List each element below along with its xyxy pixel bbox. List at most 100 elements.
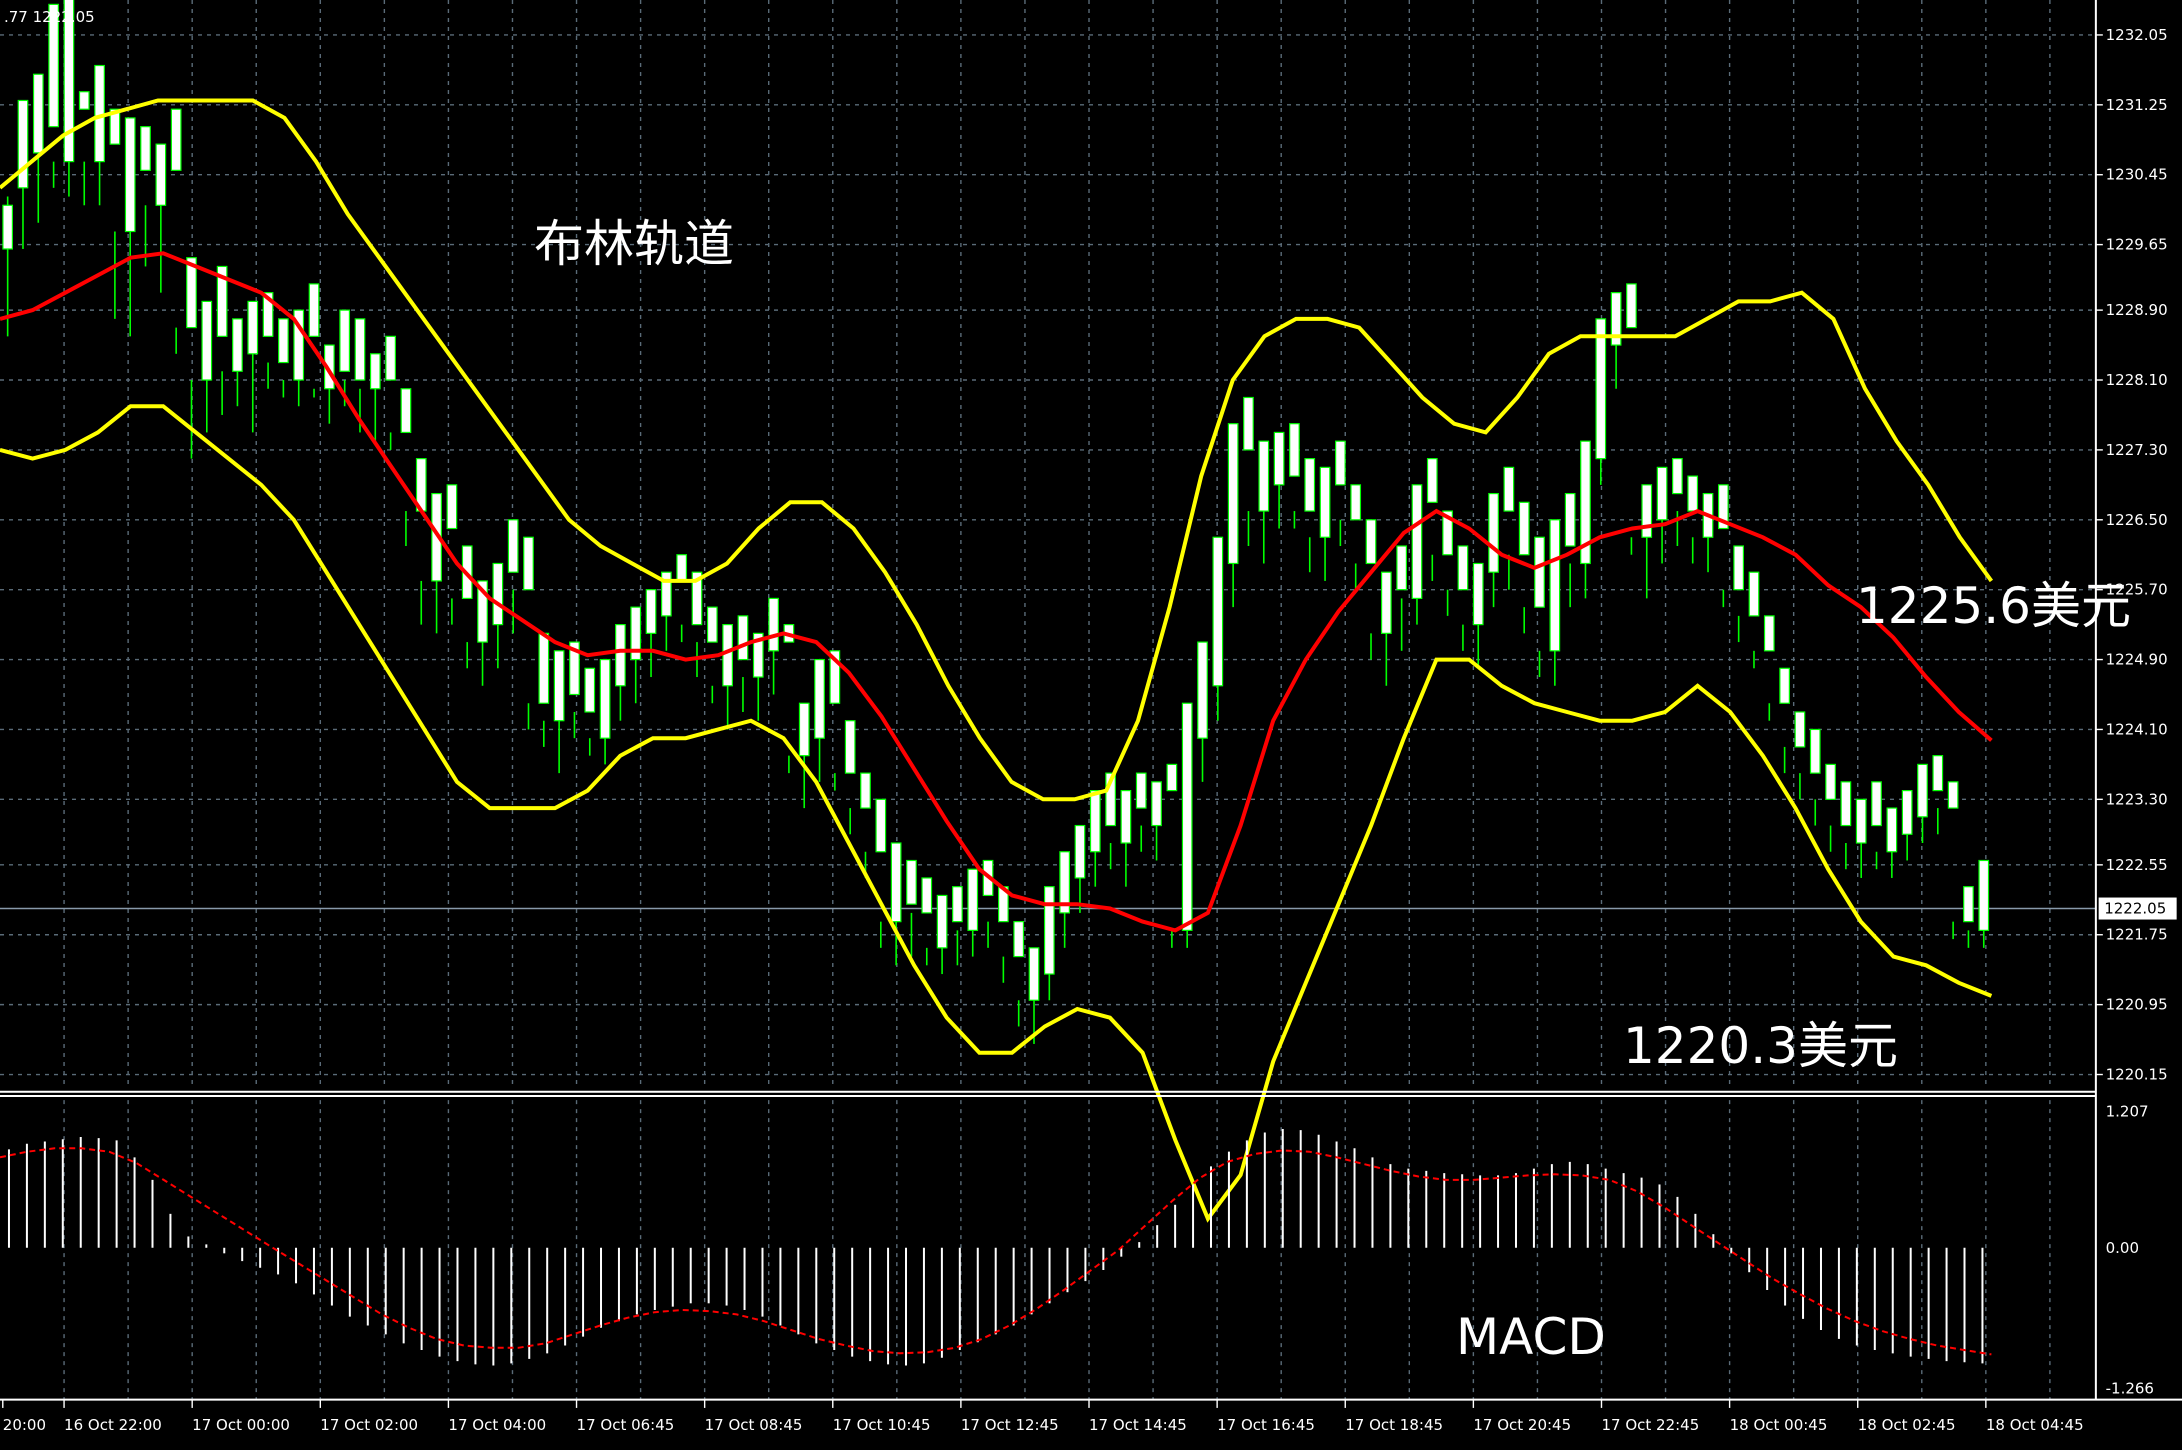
candle-body — [1181, 702, 1193, 931]
candle-body — [1243, 396, 1254, 451]
candle-body — [124, 117, 136, 233]
candle-body — [1794, 711, 1806, 748]
candle-body — [1932, 755, 1944, 792]
chart-header: .77 1222.05 — [4, 8, 95, 26]
candle-body — [844, 720, 856, 774]
price-tick-label: 1224.90 — [2106, 651, 2168, 669]
macd-histogram — [0, 1129, 1992, 1366]
candle-body — [1595, 318, 1607, 460]
candle-body — [17, 99, 29, 189]
candle-body — [1488, 492, 1499, 573]
candle-body — [155, 143, 167, 206]
candle-body — [1733, 545, 1745, 591]
price-tick-label: 1221.75 — [2106, 926, 2168, 944]
candle-body — [446, 484, 458, 530]
candle-body — [1871, 781, 1882, 827]
candle-body — [1457, 545, 1469, 591]
price-tick-label: 1223.30 — [2106, 790, 2168, 808]
price-tick-label: 1228.90 — [2106, 301, 2168, 319]
candle-body — [814, 658, 825, 739]
lower-target-annotation: 1220.3美元 — [1623, 1017, 1898, 1075]
candlestick-series — [2, 0, 1990, 1044]
time-tick-label: 17 Oct 16:45 — [1217, 1416, 1315, 1434]
time-tick-label: 17 Oct 00:00 — [192, 1416, 290, 1434]
macd-tick-label: 1.207 — [2106, 1102, 2149, 1120]
candle-body — [1672, 458, 1683, 495]
candle-body — [1335, 440, 1346, 486]
macd-annotation: MACD — [1456, 1308, 1606, 1366]
candle-body — [1227, 423, 1239, 565]
time-tick-label: 17 Oct 04:00 — [448, 1416, 546, 1434]
candle-body — [32, 73, 44, 154]
candle-body — [1917, 763, 1928, 818]
candle-body — [1197, 641, 1208, 739]
candle-body — [722, 624, 733, 687]
candle-body — [645, 589, 657, 634]
candle-body — [906, 859, 917, 905]
candle-body — [676, 554, 688, 582]
bollinger-annotation: 布林轨道 — [534, 215, 734, 273]
time-tick-label: 16 Oct 22:00 — [64, 1416, 162, 1434]
candle-body — [1472, 562, 1484, 626]
candle-body — [1411, 484, 1423, 600]
price-chart: 1232.05 1231.25 1230.45 1229.65 1228.90 1228.… — [0, 0, 2182, 1434]
time-tick-label: 18 Oct 00:45 — [1730, 1416, 1828, 1434]
candle-body — [875, 798, 887, 853]
price-tick-label: 1220.15 — [2106, 1066, 2168, 1084]
candle-body — [1534, 536, 1545, 608]
price-tick-label: 1232.05 — [2106, 26, 2168, 44]
candle-body — [1426, 458, 1438, 503]
candle-body — [936, 894, 948, 949]
candle-body — [170, 108, 182, 171]
candle-body — [768, 597, 779, 652]
candle-body — [385, 335, 396, 381]
candle-body — [1978, 859, 1990, 931]
candle-body — [599, 658, 611, 739]
candle-body — [1151, 781, 1162, 827]
candle-body — [1825, 763, 1836, 800]
candle-body — [1273, 431, 1285, 486]
candle-body — [2, 204, 14, 250]
candle-body — [1304, 458, 1316, 512]
candle-body — [1380, 571, 1392, 634]
time-tick-label: 17 Oct 10:45 — [833, 1416, 931, 1434]
price-axis: 1232.05 1231.25 1230.45 1229.65 1228.90 1228.… — [2095, 26, 2177, 1084]
candle-body — [1365, 519, 1377, 565]
price-tick-label: 1226.50 — [2106, 511, 2168, 529]
candle-body — [1013, 921, 1025, 958]
candle-body — [339, 309, 351, 372]
time-tick-label: 17 Oct 06:45 — [577, 1416, 675, 1434]
candle-body — [1809, 728, 1821, 774]
candle-body — [584, 667, 596, 713]
candle-body — [538, 632, 550, 704]
candle-body — [492, 562, 504, 626]
price-tick-label: 1228.10 — [2106, 371, 2168, 389]
candle-body — [523, 536, 534, 591]
candle-body — [1748, 571, 1760, 617]
candle-body — [1074, 824, 1086, 879]
candle-body — [860, 772, 871, 809]
time-tick-label: 20:00 — [3, 1416, 46, 1434]
time-tick-label: 17 Oct 02:00 — [320, 1416, 418, 1434]
current-price-label: 1222.05 — [2104, 900, 2166, 918]
price-tick-label: 1222.55 — [2106, 856, 2168, 874]
time-tick-label: 17 Oct 20:45 — [1473, 1416, 1571, 1434]
time-tick-label: 17 Oct 22:45 — [1601, 1416, 1699, 1434]
candle-body — [232, 318, 243, 372]
candle-body — [1779, 667, 1790, 704]
macd-axis: 1.207 0.00 -1.266 — [2106, 1102, 2154, 1397]
time-axis: 20:00 16 Oct 22:00 17 Oct 00:00 17 Oct 02:0… — [2, 1399, 2084, 1434]
candle-body — [201, 300, 213, 381]
candle-body — [400, 388, 412, 434]
candle-body — [1120, 789, 1132, 844]
candle-body — [1289, 423, 1300, 477]
price-tick-label: 1220.95 — [2106, 996, 2168, 1014]
candle-body — [278, 318, 289, 364]
candle-body — [1564, 492, 1576, 547]
candle-body — [1319, 466, 1331, 538]
candle-body — [1641, 484, 1653, 538]
candle-body — [1503, 466, 1515, 512]
time-tick-label: 17 Oct 12:45 — [961, 1416, 1059, 1434]
time-tick-label: 17 Oct 08:45 — [705, 1416, 803, 1434]
macd-tick-label: -1.266 — [2106, 1379, 2154, 1397]
